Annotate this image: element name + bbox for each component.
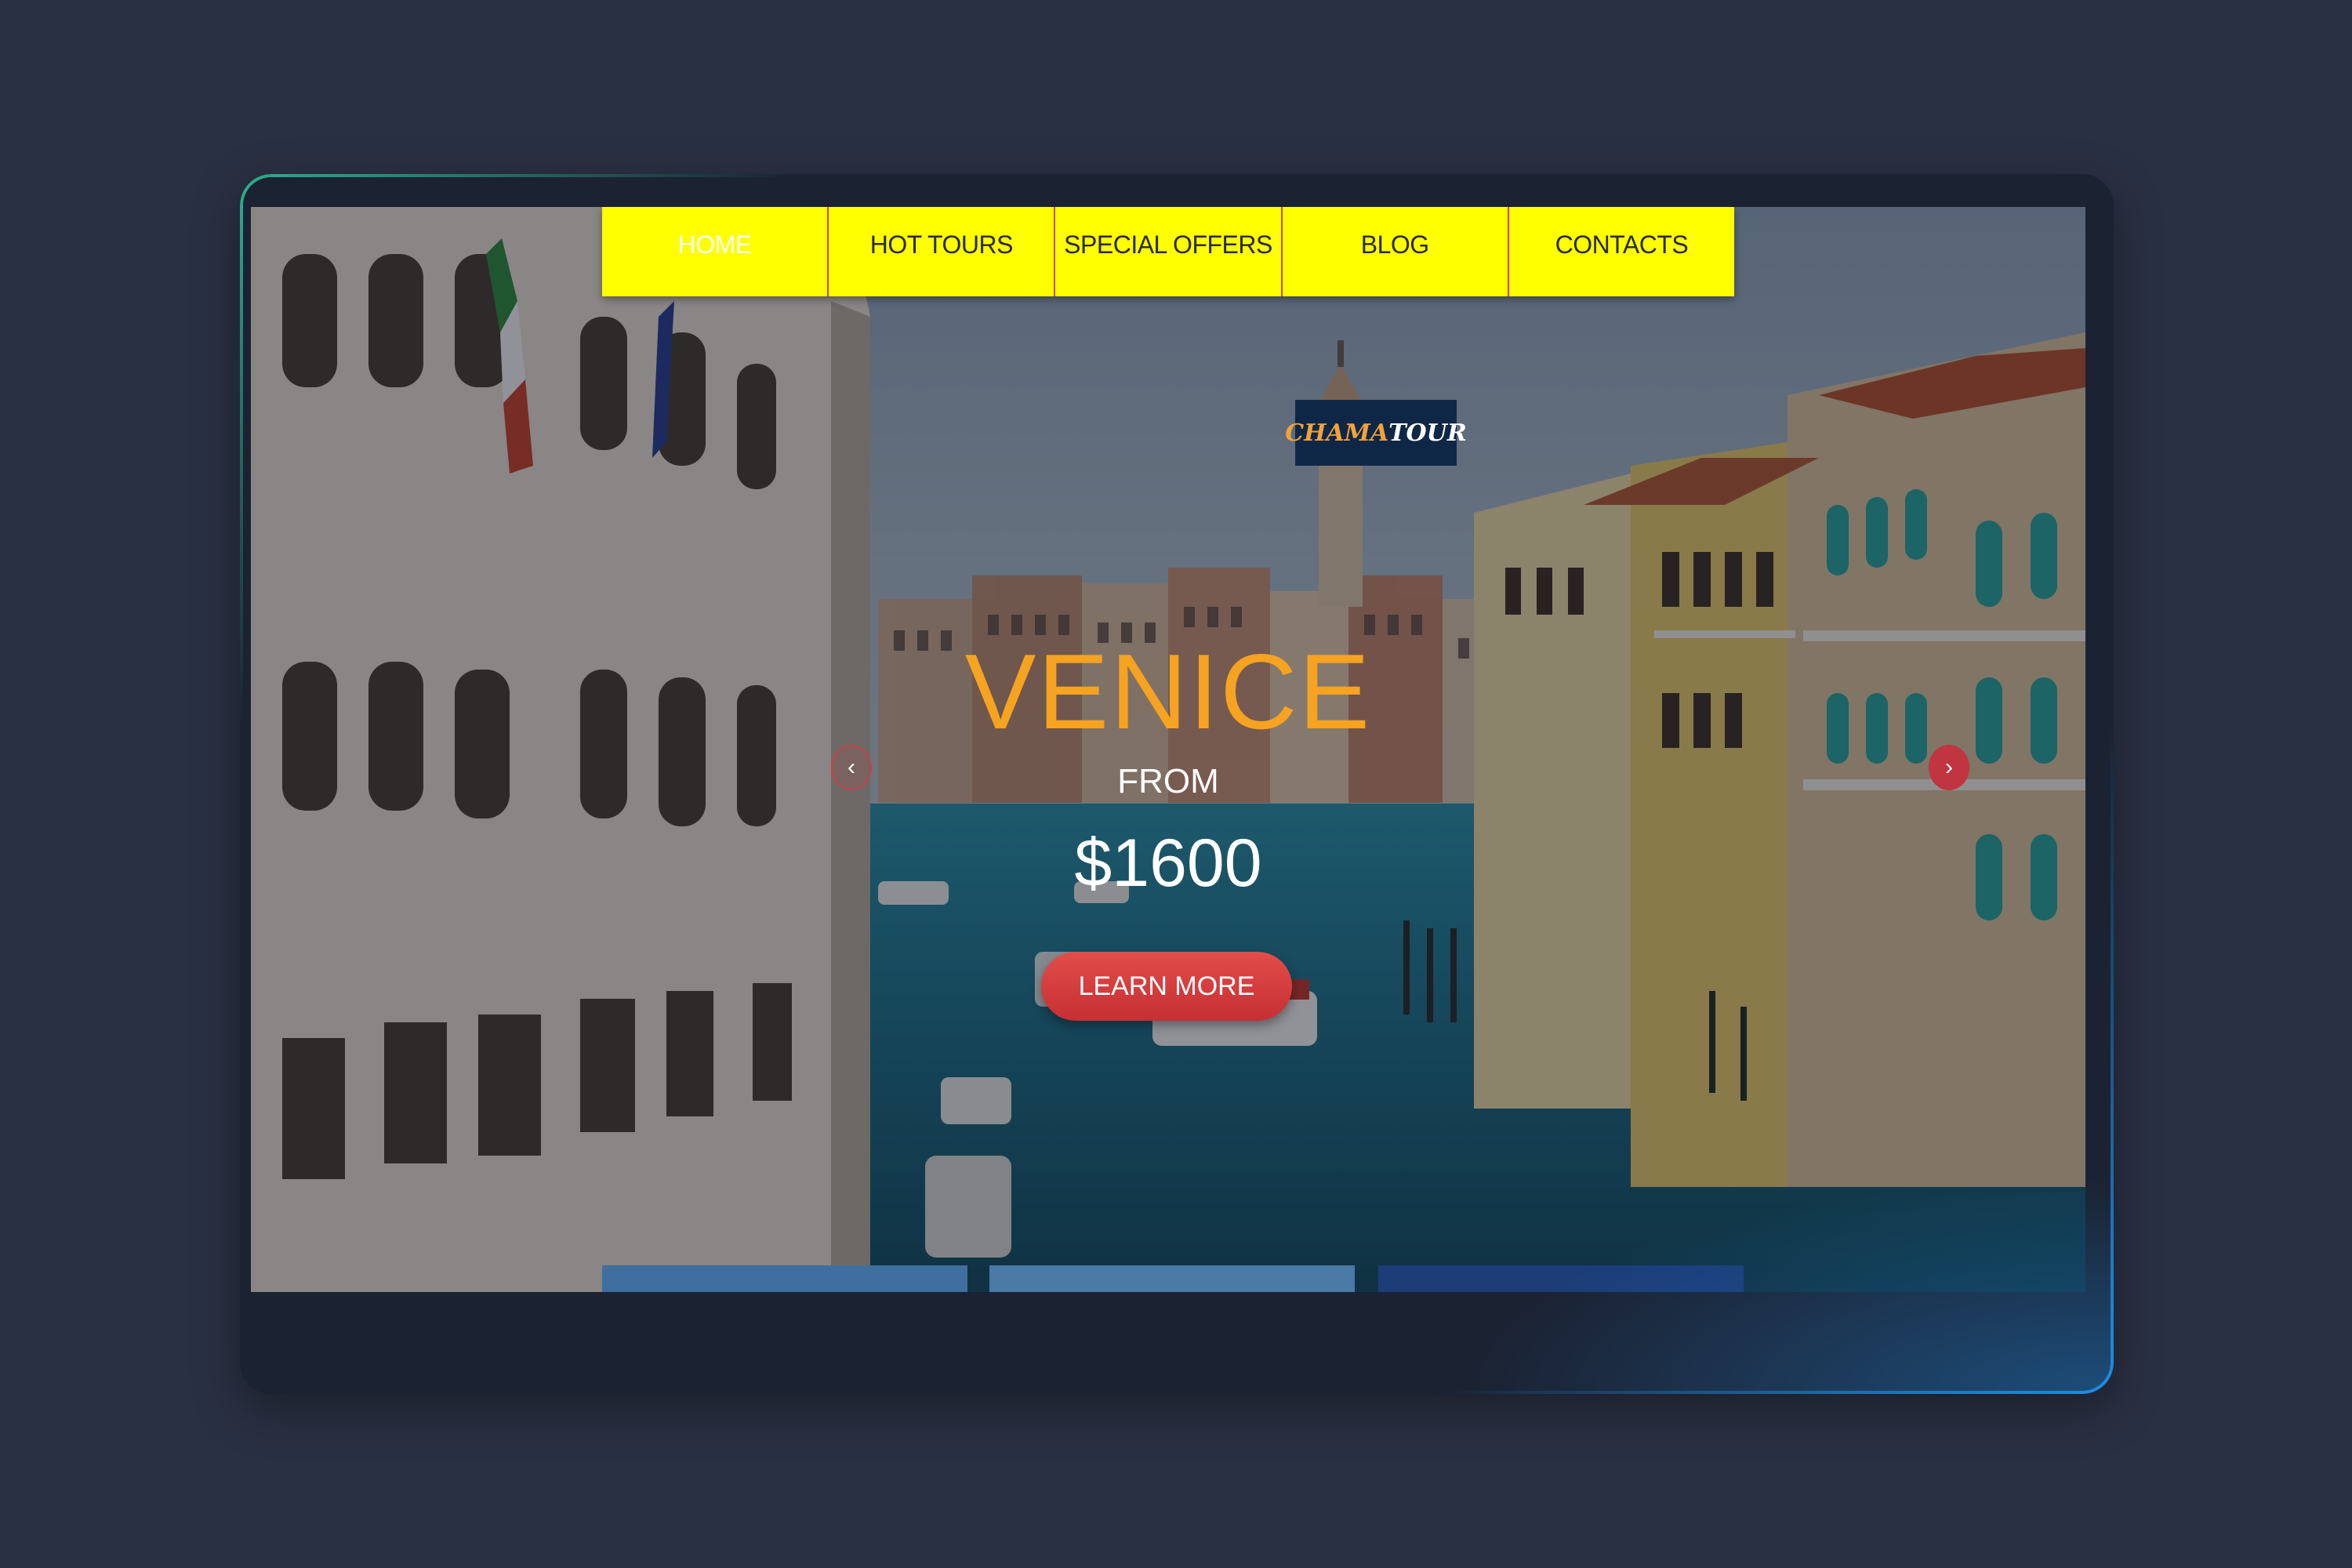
hero-from-label: FROM [1117, 762, 1219, 800]
hero-slider: HOME HOT TOURS SPECIAL OFFERS BLOG CONTA… [251, 207, 2085, 1292]
learn-more-button[interactable]: LEARN MORE [1041, 952, 1292, 1021]
slider-next-button[interactable]: › [1929, 745, 1969, 790]
brand-logo[interactable]: CHAMA TOUR [1285, 400, 1467, 466]
chevron-right-icon: › [1945, 754, 1953, 780]
logo-text-part1: CHAMA [1285, 419, 1389, 447]
hero-title: VENICE [964, 632, 1372, 751]
slider-prev-button[interactable]: ‹ [831, 745, 872, 790]
logo-text-part2: TOUR [1388, 419, 1467, 447]
slider-tab-1[interactable] [602, 1265, 967, 1292]
chevron-left-icon: ‹ [848, 754, 855, 780]
device-frame: HOME HOT TOURS SPECIAL OFFERS BLOG CONTA… [240, 174, 2114, 1394]
nav-item-home[interactable]: HOME [602, 207, 829, 296]
nav-item-blog[interactable]: BLOG [1283, 207, 1509, 296]
main-nav: HOME HOT TOURS SPECIAL OFFERS BLOG CONTA… [602, 207, 1734, 296]
slider-tab-3[interactable] [1378, 1265, 1744, 1292]
hero-price: $1600 [1074, 826, 1262, 901]
nav-item-special-offers[interactable]: SPECIAL OFFERS [1055, 207, 1283, 296]
slider-tab-2[interactable] [989, 1265, 1355, 1292]
nav-item-hot-tours[interactable]: HOT TOURS [829, 207, 1056, 296]
nav-item-contacts[interactable]: CONTACTS [1509, 207, 1734, 296]
